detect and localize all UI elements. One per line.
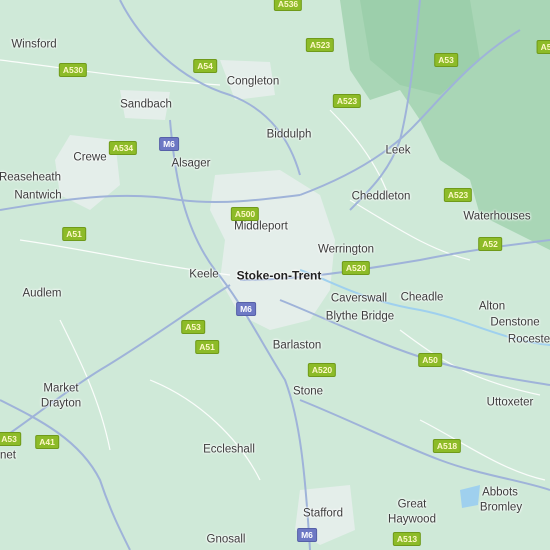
place-haywood[interactable]: Haywood [388,514,436,527]
place-sandbach[interactable]: Sandbach [120,99,172,112]
road-shield-a53: A53 [181,320,205,334]
road-shield-a500: A500 [230,207,260,221]
road-shield-a536: A536 [273,0,303,11]
place-crewe[interactable]: Crewe [73,152,106,165]
place-alsager[interactable]: Alsager [172,158,211,171]
place-cheadle[interactable]: Cheadle [401,292,444,305]
place-gnosall[interactable]: Gnosall [207,534,246,547]
place-rocester[interactable]: Roceste [508,334,550,347]
place-drayton[interactable]: Drayton [41,398,81,411]
road-shield-a54: A54 [193,59,217,73]
road-shield-a41: A41 [35,435,59,449]
road-shield-a52: A52 [478,237,502,251]
road-shield-a530: A530 [58,63,88,77]
map-canvas[interactable]: Winsford Sandbach Congleton Crewe Alsage… [0,0,550,550]
place-barlaston[interactable]: Barlaston [273,340,322,353]
place-winsford[interactable]: Winsford [11,39,56,52]
place-waterhouses[interactable]: Waterhouses [463,211,530,224]
place-middleport[interactable]: Middleport [234,221,288,234]
road-shield-a51: A51 [195,340,219,354]
road-shield-a520: A520 [307,363,337,377]
road-shield-a523: A523 [305,38,335,52]
place-reaseheath[interactable]: Reaseheath [0,172,61,185]
place-leek[interactable]: Leek [386,145,411,158]
road-shield-a50: A50 [418,353,442,367]
place-abbots[interactable]: Abbots [482,487,518,500]
place-audlem[interactable]: Audlem [23,288,62,301]
place-stafford[interactable]: Stafford [303,508,343,521]
road-shield-a51: A51 [62,227,86,241]
road-shield-a518: A518 [432,439,462,453]
place-blythe-bridge[interactable]: Blythe Bridge [326,311,394,324]
road-shield-a534: A534 [108,141,138,155]
place-great[interactable]: Great [398,499,427,512]
road-shield-a513: A513 [392,532,422,546]
place-cheddleton[interactable]: Cheddleton [352,191,411,204]
place-caverswall[interactable]: Caverswall [331,293,387,306]
place-stone[interactable]: Stone [293,386,323,399]
place-denstone[interactable]: Denstone [490,317,539,330]
road-shield-m6: M6 [297,528,317,542]
road-shield-a523: A523 [443,188,473,202]
road-shield-m6: M6 [159,137,179,151]
place-eccleshall[interactable]: Eccleshall [203,444,255,457]
place-stoke-on-trent[interactable]: Stoke-on-Trent [237,269,322,283]
road-shield-a520: A520 [341,261,371,275]
road-shield-a53: A53 [434,53,458,67]
place-keele[interactable]: Keele [189,269,218,282]
place-alton[interactable]: Alton [479,301,505,314]
place-market[interactable]: Market [43,383,78,396]
place-werrington[interactable]: Werrington [318,244,374,257]
place-bromley[interactable]: Bromley [480,502,522,515]
place-nantwich[interactable]: Nantwich [14,190,61,203]
road-shield-a53: A53 [0,432,21,446]
road-shield-a5: A5 [536,40,550,54]
road-shield-a523: A523 [332,94,362,108]
road-shield-m6: M6 [236,302,256,316]
place-biddulph[interactable]: Biddulph [267,129,312,142]
place-congleton[interactable]: Congleton [227,76,279,89]
place-uttoxeter[interactable]: Uttoxeter [487,397,534,410]
place-edge-label[interactable]: net [0,450,16,463]
